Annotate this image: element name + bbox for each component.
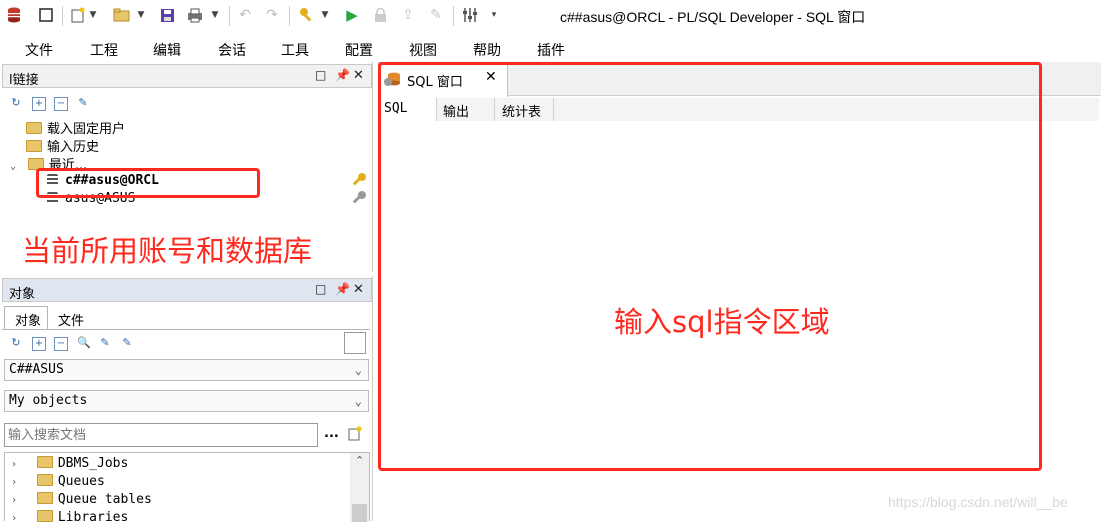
pin-icon[interactable]: 📌 <box>335 68 350 82</box>
collapse-all-icon[interactable]: − <box>54 337 68 351</box>
chevron-up-icon[interactable]: ⌃ <box>355 454 364 467</box>
restore-icon[interactable]: □ <box>315 282 326 296</box>
folder-icon <box>26 140 42 152</box>
chevron-down-icon: ⌄ <box>354 394 362 408</box>
run-icon[interactable]: ▶ <box>342 5 362 25</box>
save-icon[interactable] <box>157 5 177 25</box>
folder-icon <box>36 492 53 504</box>
objects-panel-header: 对象 □ 📌 ✕ <box>2 278 372 302</box>
new-dropdown-arrow-icon[interactable]: ▼ <box>88 5 98 25</box>
menu-file[interactable]: 文件 <box>25 40 53 60</box>
redo-icon[interactable]: ↷ <box>262 5 282 25</box>
chevron-right-icon[interactable]: › <box>11 477 17 488</box>
refresh-icon[interactable]: ↻ <box>10 97 22 109</box>
annotation-box-sql-area <box>378 62 1042 471</box>
annotation-box-current-connection <box>36 168 260 198</box>
color-swatch-button[interactable] <box>344 332 366 354</box>
annotation-sql-area: 输入sql指令区域 <box>614 305 830 339</box>
tree-scrollbar[interactable]: ⌃ <box>350 453 369 522</box>
key-icon <box>352 172 367 191</box>
find-icon[interactable]: 🔍 <box>77 337 91 349</box>
tree-item-history[interactable]: 输入历史 <box>26 136 99 155</box>
scrollbar-thumb[interactable] <box>352 504 367 522</box>
pin-icon[interactable]: 📌 <box>335 282 350 296</box>
menu-tools[interactable]: 工具 <box>281 40 309 60</box>
close-icon[interactable]: ✕ <box>353 282 364 297</box>
key-icon[interactable] <box>297 5 317 25</box>
folder-icon <box>36 456 53 468</box>
tab-underline <box>2 329 370 330</box>
collapse-all-icon[interactable]: − <box>54 97 68 111</box>
settings-sliders-icon[interactable] <box>460 5 480 25</box>
editor-area: SQL 窗口 ✕ SQL 输出 统计表 输入sql指令区域 https://bl… <box>378 62 1101 521</box>
connections-panel-header: l链接 □ 📌 ✕ <box>2 64 372 88</box>
connections-panel-title: l链接 <box>9 73 39 88</box>
watermark: https://blog.csdn.net/will__be <box>888 494 1068 510</box>
tree-item-libraries[interactable]: › Libraries <box>11 510 128 525</box>
filter-icon[interactable]: ✎ <box>77 97 89 109</box>
open-folder-icon[interactable] <box>112 5 132 25</box>
menu-config[interactable]: 配置 <box>345 40 373 60</box>
object-filter-select[interactable]: My objects ⌄ <box>4 390 369 412</box>
objects-panel: 对象 □ 📌 ✕ 对象 文件 ↻ + − 🔍 ✎ ✎ C##ASUS ⌄ My … <box>0 276 373 525</box>
key-dropdown-arrow-icon[interactable]: ▼ <box>320 5 330 25</box>
tree-item-queues[interactable]: › Queues <box>11 474 105 489</box>
menu-session[interactable]: 会话 <box>218 40 246 60</box>
toolbar-separator <box>453 6 454 26</box>
database-icon[interactable] <box>4 5 24 25</box>
toolbar: ▼ ▼ ▼ ↶ ↷ ▼ ▶ ⇪ ✎ ▾ c##asus@ORCL - PL/SQ… <box>0 0 1101 32</box>
menu-project[interactable]: 工程 <box>90 40 118 60</box>
search-input[interactable] <box>4 423 318 447</box>
restore-icon[interactable]: □ <box>315 68 326 82</box>
rollback-icon[interactable]: ✎ <box>426 5 446 25</box>
expand-all-icon[interactable]: + <box>32 337 46 351</box>
search-options-button[interactable]: ... <box>324 426 339 441</box>
tree-item-fixed-users[interactable]: 载入固定用户 <box>26 118 125 137</box>
menu-edit[interactable]: 编辑 <box>153 40 181 60</box>
lock-icon[interactable] <box>370 5 390 25</box>
undo-icon[interactable]: ↶ <box>235 5 255 25</box>
folder-icon <box>26 122 42 134</box>
folder-icon <box>36 510 53 522</box>
filter-icon[interactable]: ✎ <box>121 337 133 349</box>
close-icon[interactable]: ✕ <box>353 68 364 83</box>
tree-item-queue-tables[interactable]: › Queue tables <box>11 492 152 507</box>
menu-view[interactable]: 视图 <box>409 40 437 60</box>
window-title: c##asus@ORCL - PL/SQL Developer - SQL 窗口 <box>560 9 866 25</box>
tab-files[interactable]: 文件 <box>52 307 92 329</box>
toolbar-separator <box>229 6 230 26</box>
objects-panel-title: 对象 <box>9 287 36 302</box>
chevron-right-icon[interactable]: › <box>11 459 17 470</box>
new-icon[interactable] <box>68 5 88 25</box>
folder-icon <box>36 474 53 486</box>
object-tree: › DBMS_Jobs › Queues › Queue tables › Li… <box>4 452 370 525</box>
tree-item-dbms-jobs[interactable]: › DBMS_Jobs <box>11 456 128 471</box>
chevron-down-icon: ⌄ <box>354 363 362 377</box>
user-select[interactable]: C##ASUS ⌄ <box>4 359 369 381</box>
menu-bar: 文件 工程 编辑 会话 工具 配置 视图 帮助 插件 <box>0 36 1101 60</box>
toolbar-separator <box>289 6 290 26</box>
annotation-current-account: 当前所用账号和数据库 <box>22 234 313 268</box>
expand-all-icon[interactable]: + <box>32 97 46 111</box>
tab-objects[interactable]: 对象 <box>4 306 48 329</box>
refresh-icon[interactable]: ↻ <box>10 337 22 349</box>
edit-icon[interactable]: ✎ <box>99 337 111 349</box>
chevron-right-icon[interactable]: › <box>11 495 17 506</box>
window-icon[interactable] <box>36 5 56 25</box>
open-dropdown-arrow-icon[interactable]: ▼ <box>136 5 146 25</box>
connections-panel: l链接 □ 📌 ✕ ↻ + − ✎ 载入固定用户 输入历史 ⌄ 最近... c#… <box>0 62 373 272</box>
print-dropdown-arrow-icon[interactable]: ▼ <box>210 5 220 25</box>
print-icon[interactable] <box>185 5 205 25</box>
commit-icon[interactable]: ⇪ <box>398 5 418 25</box>
settings-dropdown-arrow-icon[interactable]: ▾ <box>489 5 499 25</box>
chevron-right-icon[interactable]: › <box>11 513 17 524</box>
key-icon <box>352 190 367 209</box>
menu-help[interactable]: 帮助 <box>473 40 501 60</box>
new-item-icon[interactable] <box>348 425 363 445</box>
chevron-down-icon[interactable]: ⌄ <box>10 161 16 172</box>
toolbar-separator <box>62 6 63 26</box>
menu-plugins[interactable]: 插件 <box>537 40 565 60</box>
